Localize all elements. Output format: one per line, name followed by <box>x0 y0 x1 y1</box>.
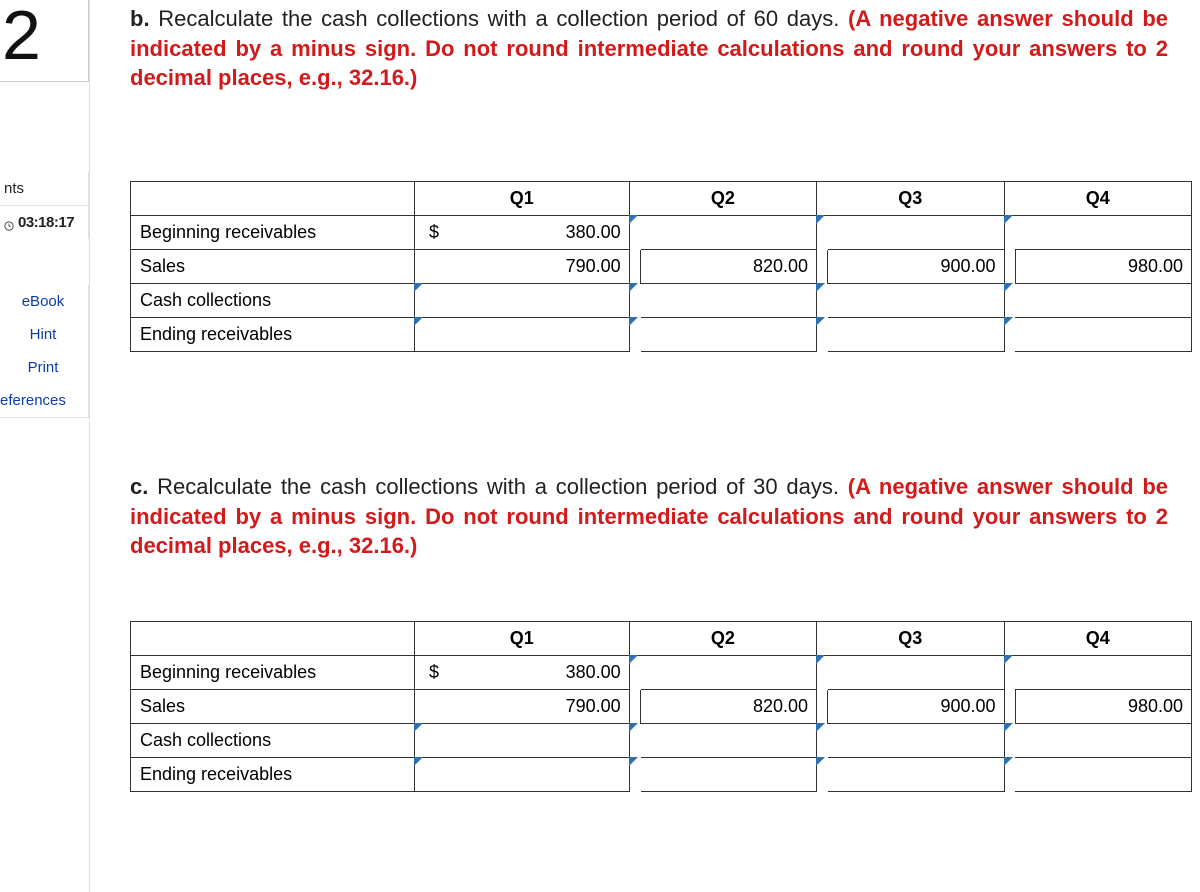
clock-icon <box>4 218 14 228</box>
cell-b-begrec-q3[interactable] <box>828 216 1004 250</box>
sidebar-item-references[interactable]: eferences <box>0 384 89 418</box>
cell-marker-icon <box>1004 655 1013 664</box>
cell-marker-icon <box>414 723 423 732</box>
cell-b-sales-q2[interactable]: 820.00 <box>641 250 817 284</box>
cell-c-begrec-q1[interactable]: 380.00 <box>453 656 629 690</box>
cell-b-end-q4[interactable] <box>1015 318 1191 352</box>
cell-marker-icon <box>629 283 638 292</box>
cell-marker-icon <box>414 757 423 766</box>
cell-c-sales-q4[interactable]: 980.00 <box>1015 690 1191 724</box>
currency-symbol: $ <box>414 656 453 690</box>
cell-b-end-q1[interactable] <box>453 318 629 352</box>
cell-c-cash-q1[interactable] <box>453 724 629 758</box>
cell-c-begrec-q3[interactable] <box>828 656 1004 690</box>
cell-marker-icon <box>414 317 423 326</box>
cell-b-begrec-q2[interactable] <box>641 216 817 250</box>
question-c-prompt: c. Recalculate the cash collections with… <box>130 472 1192 561</box>
cell-marker-icon <box>414 283 423 292</box>
col-q2: Q2 <box>629 622 816 656</box>
cell-marker-icon <box>816 655 825 664</box>
cell-marker-icon <box>816 723 825 732</box>
cell-c-sales-q2[interactable]: 820.00 <box>641 690 817 724</box>
cell-marker-icon <box>1004 757 1013 766</box>
cell-b-begrec-q4[interactable] <box>1015 216 1191 250</box>
cell-marker-icon <box>1004 283 1013 292</box>
question-number-badge: 2 <box>0 0 89 82</box>
cell-c-cash-q3[interactable] <box>828 724 1004 758</box>
col-q3: Q3 <box>817 622 1004 656</box>
cell-marker-icon <box>629 317 638 326</box>
timer-value: 03:18:17 <box>18 214 74 231</box>
row-beginning-receivables: Beginning receivables $ 380.00 <box>131 656 1192 690</box>
col-q3: Q3 <box>817 182 1004 216</box>
col-q1: Q1 <box>414 622 629 656</box>
cell-c-cash-q2[interactable] <box>641 724 817 758</box>
cell-b-cash-q1[interactable] <box>453 284 629 318</box>
cell-b-end-q3[interactable] <box>828 318 1004 352</box>
sidebar-item-hint[interactable]: Hint <box>0 318 89 351</box>
col-q4: Q4 <box>1004 622 1192 656</box>
row-ending-receivables: Ending receivables <box>131 318 1192 352</box>
cell-c-end-q1[interactable] <box>453 758 629 792</box>
cell-b-cash-q4[interactable] <box>1015 284 1191 318</box>
cell-marker-icon <box>1004 317 1013 326</box>
cell-b-sales-q3[interactable]: 900.00 <box>828 250 1004 284</box>
table-header-row: Q1 Q2 Q3 Q4 <box>131 622 1192 656</box>
sidebar-item-print[interactable]: Print <box>0 351 89 384</box>
cell-marker-icon <box>816 215 825 224</box>
cell-marker-icon <box>629 757 638 766</box>
row-cash-collections: Cash collections <box>131 724 1192 758</box>
main-content: b. Recalculate the cash collections with… <box>90 0 1200 892</box>
sidebar-item-timer: 03:18:17 <box>0 205 89 239</box>
cell-marker-icon <box>629 215 638 224</box>
cell-b-end-q2[interactable] <box>641 318 817 352</box>
question-number: 2 <box>2 0 41 70</box>
cell-b-begrec-q1[interactable]: 380.00 <box>453 216 629 250</box>
cell-c-cash-q4[interactable] <box>1015 724 1191 758</box>
table-c: Q1 Q2 Q3 Q4 Beginning receivables $ 380.… <box>130 621 1192 792</box>
col-q2: Q2 <box>629 182 816 216</box>
cell-marker-icon <box>816 283 825 292</box>
cell-b-sales-q4[interactable]: 980.00 <box>1015 250 1191 284</box>
cell-b-cash-q3[interactable] <box>828 284 1004 318</box>
cell-c-begrec-q2[interactable] <box>641 656 817 690</box>
cell-marker-icon <box>629 723 638 732</box>
cell-marker-icon <box>816 757 825 766</box>
row-sales: Sales 790.00 820.00 900.00 980.00 <box>131 250 1192 284</box>
cell-c-end-q2[interactable] <box>641 758 817 792</box>
row-beginning-receivables: Beginning receivables $ 380.00 <box>131 216 1192 250</box>
row-cash-collections: Cash collections <box>131 284 1192 318</box>
sidebar-item-attempts[interactable]: nts <box>0 172 89 205</box>
cell-b-sales-q1[interactable]: 790.00 <box>453 250 629 284</box>
cell-marker-icon <box>1004 723 1013 732</box>
table-header-row: Q1 Q2 Q3 Q4 <box>131 182 1192 216</box>
row-sales: Sales 790.00 820.00 900.00 980.00 <box>131 690 1192 724</box>
cell-c-sales-q1[interactable]: 790.00 <box>453 690 629 724</box>
currency-symbol: $ <box>414 216 453 250</box>
cell-c-end-q4[interactable] <box>1015 758 1191 792</box>
cell-c-begrec-q4[interactable] <box>1015 656 1191 690</box>
col-q4: Q4 <box>1004 182 1192 216</box>
sidebar: 2 nts 03:18:17 eBook Hint Print eference… <box>0 0 90 892</box>
cell-c-end-q3[interactable] <box>828 758 1004 792</box>
cell-marker-icon <box>816 317 825 326</box>
table-b: Q1 Q2 Q3 Q4 Beginning receivables $ 380.… <box>130 181 1192 352</box>
cell-marker-icon <box>1004 215 1013 224</box>
cell-marker-icon <box>629 655 638 664</box>
cell-c-sales-q3[interactable]: 900.00 <box>828 690 1004 724</box>
col-q1: Q1 <box>414 182 629 216</box>
question-b-prompt: b. Recalculate the cash collections with… <box>130 4 1192 93</box>
cell-b-cash-q2[interactable] <box>641 284 817 318</box>
row-ending-receivables: Ending receivables <box>131 758 1192 792</box>
sidebar-item-ebook[interactable]: eBook <box>0 285 89 318</box>
